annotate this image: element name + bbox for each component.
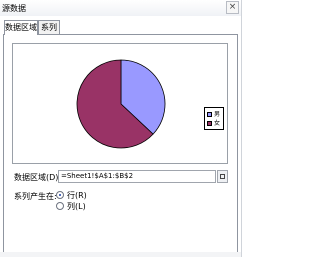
tab-series[interactable]: 系列	[38, 20, 60, 34]
dialog-title: 源数据	[2, 4, 26, 13]
legend-swatch-female	[207, 121, 212, 126]
collapse-dialog-icon	[220, 174, 225, 179]
dialog-client: 数据区域 系列 男 女 数据区域(D): =Sheet1!$A$1:$B$2 系…	[0, 16, 241, 257]
background-window-edge	[241, 0, 270, 257]
chart-legend: 男 女	[204, 107, 224, 130]
radio-rows-label: 行(R)	[67, 191, 87, 200]
legend-swatch-male	[207, 112, 212, 117]
close-icon[interactable]: ×	[226, 1, 239, 14]
radio-columns[interactable]	[56, 202, 64, 210]
radio-columns-label: 列(L)	[67, 202, 86, 211]
source-data-dialog: 源数据 × 数据区域 系列 男 女 数据区域(D): =Sheet1!$A$1:…	[0, 0, 241, 257]
tab-data-range[interactable]: 数据区域	[4, 20, 38, 35]
radio-rows[interactable]	[56, 191, 64, 199]
chart-preview: 男 女	[12, 43, 228, 164]
data-range-input[interactable]: =Sheet1!$A$1:$B$2	[58, 170, 216, 183]
range-picker-button[interactable]	[217, 170, 228, 183]
tab-panel-data-range: 男 女 数据区域(D): =Sheet1!$A$1:$B$2 系列产生在: 行(…	[3, 34, 238, 256]
series-in-label: 系列产生在:	[14, 192, 57, 201]
legend-label-male: 男	[214, 111, 221, 118]
dialog-bottom-edge	[0, 252, 241, 257]
data-range-label: 数据区域(D):	[14, 173, 62, 182]
title-bar[interactable]: 源数据 ×	[0, 0, 241, 17]
pie-chart	[76, 59, 166, 149]
legend-label-female: 女	[214, 120, 221, 127]
